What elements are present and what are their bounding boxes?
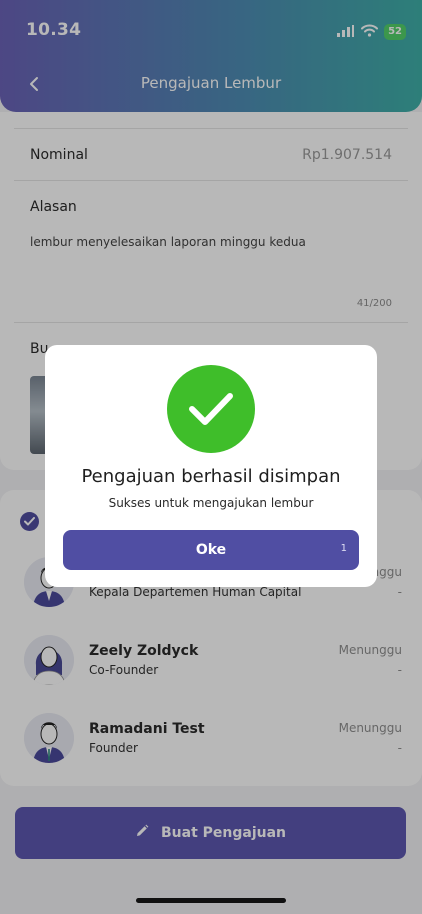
success-dialog: Pengajuan berhasil disimpan Sukses untuk… [45, 345, 377, 587]
dialog-title: Pengajuan berhasil disimpan [81, 466, 341, 487]
ok-count: 1 [340, 543, 347, 554]
home-indicator [136, 898, 286, 903]
success-check-icon [167, 365, 255, 453]
dialog-subtitle: Sukses untuk mengajukan lembur [108, 496, 314, 510]
ok-label: Oke [195, 542, 227, 558]
ok-button[interactable]: Oke 1 [63, 530, 359, 570]
